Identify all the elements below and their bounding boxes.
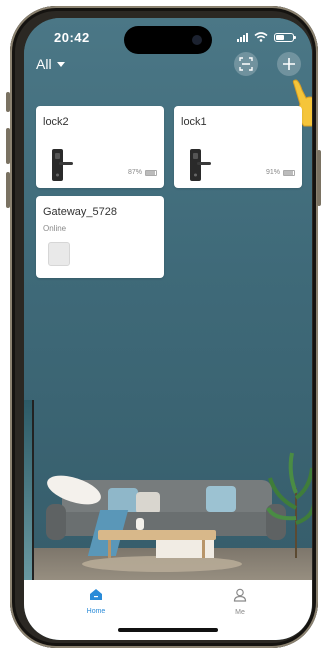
battery-percent: 87% <box>127 169 142 176</box>
silent-switch <box>6 92 10 112</box>
home-filter-dropdown[interactable]: All <box>36 56 65 72</box>
plant-icon <box>266 448 312 558</box>
battery-icon <box>283 169 295 176</box>
tab-home-label: Home <box>86 608 106 615</box>
user-icon <box>233 588 247 602</box>
battery-icon <box>274 32 296 42</box>
tab-home[interactable]: Home <box>66 588 126 615</box>
front-camera <box>192 35 202 45</box>
tab-me-label: Me <box>235 609 245 616</box>
power-button <box>317 150 321 206</box>
rug <box>82 556 242 572</box>
battery-fill <box>146 170 155 175</box>
device-name: lock2 <box>43 116 69 128</box>
battery-indicator: 87% <box>128 169 157 176</box>
scan-icon <box>239 57 253 71</box>
battery-icon <box>145 169 157 176</box>
sofa-arm <box>46 504 66 540</box>
table-leg <box>108 540 111 558</box>
mirror-decor <box>24 400 34 580</box>
battery-indicator: 91% <box>266 169 295 176</box>
battery-fill <box>284 170 294 175</box>
vase <box>136 518 144 530</box>
top-bar: All <box>24 50 312 80</box>
filter-label: All <box>36 56 52 72</box>
table-leg <box>202 540 205 558</box>
chevron-down-icon <box>56 61 65 67</box>
tab-me[interactable]: Me <box>210 588 270 616</box>
pillow <box>136 492 160 514</box>
app-screen: 20:42 All lock2 87% lock1 91% Gateway_57… <box>24 18 312 640</box>
battery-percent: 91% <box>265 169 280 176</box>
cellular-signal-icon <box>237 32 248 42</box>
device-name: lock1 <box>181 116 207 128</box>
device-status: Online <box>43 224 67 233</box>
door-lock-icon <box>52 149 73 181</box>
add-device-button[interactable] <box>277 52 301 76</box>
device-card-gateway[interactable]: Gateway_5728 Online <box>36 196 164 278</box>
wifi-icon <box>254 32 268 42</box>
home-indicator <box>118 628 218 632</box>
coffee-table-drawer <box>156 540 214 558</box>
pillow <box>206 486 236 512</box>
volume-up-button <box>6 128 10 164</box>
home-icon <box>90 589 102 600</box>
status-icons <box>237 32 296 42</box>
volume-down-button <box>6 172 10 208</box>
plus-icon <box>283 58 295 70</box>
device-card-lock1[interactable]: lock1 91% <box>174 106 302 188</box>
door-lock-icon <box>190 149 211 181</box>
device-card-lock2[interactable]: lock2 87% <box>36 106 164 188</box>
scan-button[interactable] <box>234 52 258 76</box>
status-time: 20:42 <box>54 30 90 45</box>
coffee-table <box>98 530 216 540</box>
gateway-icon <box>48 242 70 266</box>
device-name: Gateway_5728 <box>43 206 117 218</box>
